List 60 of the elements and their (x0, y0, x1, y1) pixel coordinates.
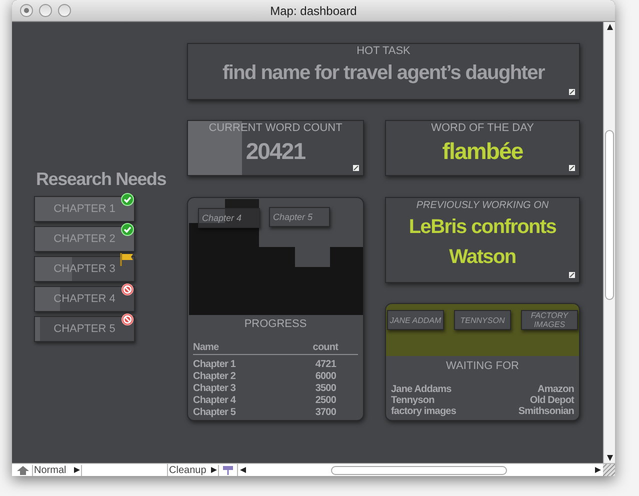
resize-icon[interactable] (353, 165, 359, 171)
scroll-down-icon[interactable] (606, 455, 612, 461)
chapter-button[interactable]: CHAPTER 4 (34, 286, 135, 312)
zoom-button[interactable] (58, 4, 71, 17)
table-cell: Tennyson (391, 394, 434, 406)
word-count-label: CURRENT WORD COUNT (208, 122, 342, 135)
chapter-button[interactable]: CHAPTER 1 (34, 196, 135, 222)
hot-task-text: find name for travel agent’s daughter (222, 61, 544, 86)
waiting-for-title: WAITING FOR (445, 359, 520, 374)
progress-title: PROGRESS (243, 317, 308, 332)
scroll-thumb[interactable] (331, 466, 507, 474)
chart-label: Chapter 4 (198, 208, 260, 228)
table-cell: 2500 (315, 394, 336, 406)
research-needs-title: Research Needs (35, 168, 168, 190)
scroll-up-icon[interactable] (606, 24, 612, 30)
table-cell: 4721 (315, 358, 336, 370)
close-button[interactable] (20, 4, 33, 17)
caret-icon[interactable] (74, 467, 80, 473)
hot-task-label: HOT TASK (356, 45, 410, 58)
table-cell: 3700 (315, 406, 336, 418)
chapter-button[interactable]: CHAPTER 5 (34, 316, 135, 342)
resize-icon[interactable] (569, 165, 575, 171)
mode-dropdown[interactable]: Normal (32, 464, 82, 476)
scroll-thumb[interactable] (605, 130, 614, 300)
tag[interactable]: FACTORY IMAGES (521, 310, 578, 330)
resize-grip[interactable] (603, 464, 615, 476)
table-cell: Chapter 2 (193, 370, 236, 382)
word-of-day-label: WORD OF THE DAY (431, 122, 534, 135)
scroll-right-icon[interactable] (595, 467, 601, 473)
table-cell: factory images (391, 406, 456, 416)
word-count-value: 20421 (246, 137, 306, 166)
table-cell: Chapter 1 (193, 358, 236, 370)
table-cell: Amazon (538, 384, 574, 394)
minimize-button[interactable] (39, 4, 52, 17)
table-cell: 3500 (315, 382, 336, 394)
resize-icon[interactable] (569, 89, 575, 95)
previously-working-text: LeBris confronts Watson (408, 215, 558, 270)
tag[interactable]: TENNYSON (454, 310, 511, 330)
chart-label: Chapter 5 (269, 207, 330, 227)
table-cell: Chapter 4 (193, 394, 236, 406)
column-header: count (312, 342, 338, 354)
table-cell: 6000 (315, 370, 336, 382)
previously-working-label: PREVIOUSLY WORKING ON (416, 199, 549, 212)
table-cell: Chapter 3 (193, 382, 236, 394)
tag[interactable]: JANE ADDAM (387, 310, 444, 330)
table-cell: Chapter 5 (193, 406, 236, 418)
table-cell: Smithsonian (518, 406, 574, 416)
scroll-left-icon[interactable] (240, 467, 246, 473)
column-header: Name (193, 342, 219, 354)
cleanup-dropdown[interactable]: Cleanup (168, 464, 219, 476)
caret-icon[interactable] (211, 467, 217, 473)
chapter-button[interactable]: CHAPTER 3 (34, 256, 135, 282)
horizontal-scrollbar[interactable] (237, 464, 603, 476)
chapter-button[interactable]: CHAPTER 2 (34, 226, 135, 252)
resize-icon[interactable] (569, 272, 575, 278)
window-title: Map: dashboard (270, 2, 357, 20)
table-cell: Old Depot (530, 394, 574, 406)
word-of-day-value: flambée (442, 137, 523, 166)
table-cell: Jane Addams (391, 384, 452, 394)
vertical-scrollbar[interactable] (603, 22, 615, 463)
